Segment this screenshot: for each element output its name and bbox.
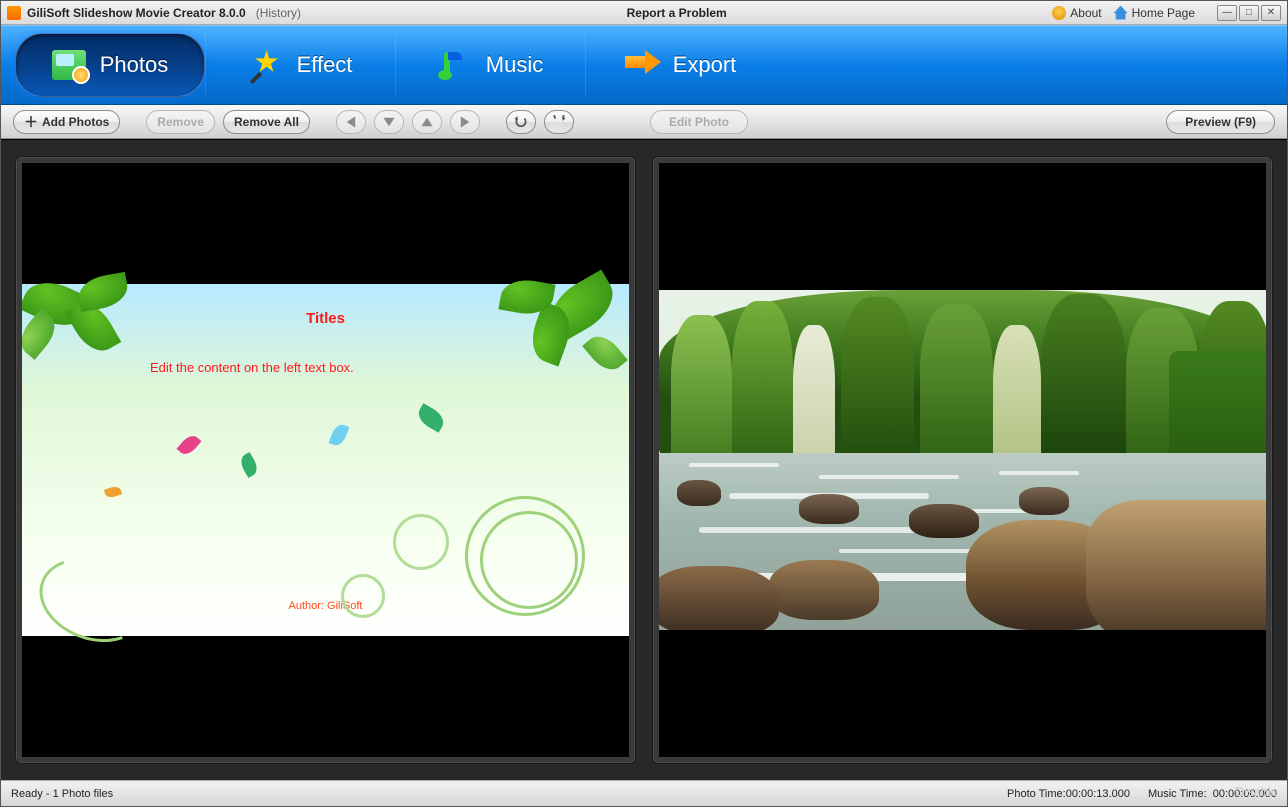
title-slide: Titles Edit the content on the left text… [22, 284, 629, 636]
status-bar: Ready - 1 Photo files Photo Time:00:00:1… [1, 780, 1287, 806]
maximize-button[interactable]: □ [1239, 5, 1259, 21]
main-tabs: Photos Effect Music Export [1, 25, 1287, 105]
remove-label: Remove [157, 115, 204, 129]
photos-icon [52, 50, 86, 80]
toolbar: ＋ Add Photos Remove Remove All Edit Phot… [1, 105, 1287, 139]
medal-icon [1052, 6, 1066, 20]
arrow-down-icon [420, 115, 434, 129]
rotate-ccw-icon [514, 115, 528, 129]
workspace: Titles Edit the content on the left text… [1, 139, 1287, 780]
home-icon [1114, 6, 1128, 20]
effect-icon [249, 50, 283, 80]
about-link[interactable]: About [1052, 6, 1101, 20]
report-problem-link[interactable]: Report a Problem [301, 6, 1052, 20]
app-icon [7, 6, 21, 20]
home-page-link[interactable]: Home Page [1114, 6, 1195, 20]
add-photos-button[interactable]: ＋ Add Photos [13, 110, 120, 134]
tab-music-label: Music [486, 52, 543, 78]
arrow-up-icon [382, 115, 396, 129]
move-last-button[interactable] [450, 110, 480, 134]
export-icon [625, 50, 659, 80]
edit-photo-label: Edit Photo [669, 115, 729, 129]
tab-export-label: Export [673, 52, 737, 78]
tab-photos[interactable]: Photos [15, 33, 205, 97]
slide-editor-panel: Titles Edit the content on the left text… [15, 156, 636, 764]
move-up-button[interactable] [374, 110, 404, 134]
home-label: Home Page [1132, 6, 1195, 20]
application-window: { "title": { "app": "GiliSoft Slideshow … [0, 0, 1288, 807]
remove-all-button[interactable]: Remove All [223, 110, 310, 134]
app-title: GiliSoft Slideshow Movie Creator 8.0.0 [27, 6, 246, 20]
rotate-cw-icon [552, 115, 566, 129]
arrow-left-icon [344, 115, 358, 129]
preview-canvas[interactable] [659, 163, 1266, 757]
music-icon [438, 50, 472, 80]
preview-label: Preview (F9) [1185, 115, 1256, 129]
status-ready: Ready - 1 Photo files [11, 788, 113, 800]
slide-title[interactable]: Titles [306, 310, 345, 327]
status-photo-time: Photo Time:00:00:13.000 [1007, 788, 1130, 800]
tab-photos-label: Photos [100, 52, 169, 78]
tab-effect[interactable]: Effect [205, 33, 395, 97]
move-first-button[interactable] [336, 110, 366, 134]
history-link[interactable]: (History) [256, 6, 301, 20]
edit-photo-button[interactable]: Edit Photo [650, 110, 748, 134]
add-photos-label: Add Photos [42, 115, 109, 129]
plus-icon: ＋ [24, 112, 38, 132]
rotate-ccw-button[interactable] [506, 110, 536, 134]
close-button[interactable]: ✕ [1261, 5, 1281, 21]
tab-export[interactable]: Export [585, 33, 775, 97]
minimize-button[interactable]: — [1217, 5, 1237, 21]
slide-subtitle[interactable]: Edit the content on the left text box. [150, 360, 354, 375]
tab-effect-label: Effect [297, 52, 353, 78]
remove-all-label: Remove All [234, 115, 299, 129]
preview-button[interactable]: Preview (F9) [1166, 110, 1275, 134]
title-bar: GiliSoft Slideshow Movie Creator 8.0.0 (… [1, 1, 1287, 25]
slide-canvas[interactable]: Titles Edit the content on the left text… [22, 163, 629, 757]
remove-button[interactable]: Remove [146, 110, 215, 134]
move-down-button[interactable] [412, 110, 442, 134]
rotate-cw-button[interactable] [544, 110, 574, 134]
about-label: About [1070, 6, 1101, 20]
preview-image [659, 290, 1266, 630]
tab-music[interactable]: Music [395, 33, 585, 97]
preview-panel [652, 156, 1273, 764]
arrow-right-icon [458, 115, 472, 129]
